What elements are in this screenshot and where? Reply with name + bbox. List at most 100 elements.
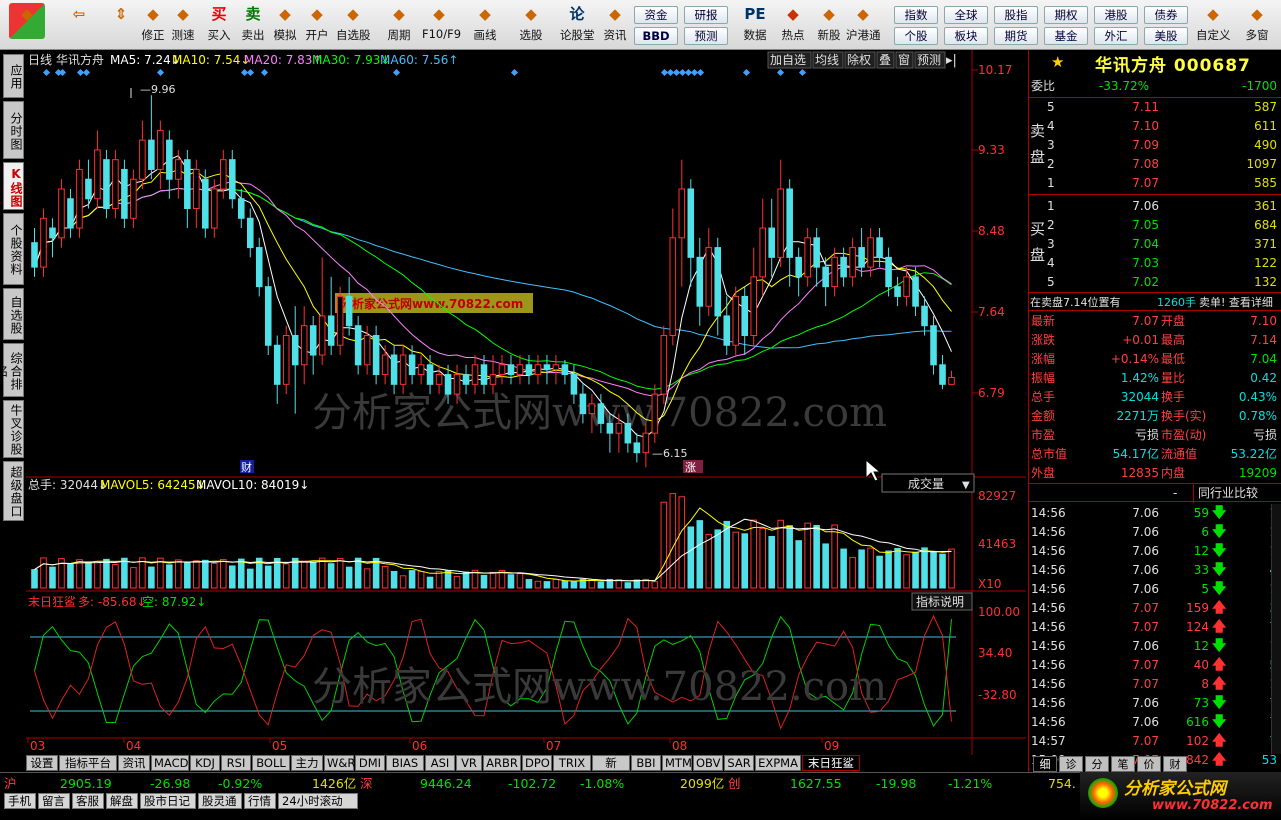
indicator-tab-10[interactable]: BIAS (386, 755, 424, 771)
indicator-tab-2[interactable]: 资讯 (118, 755, 150, 771)
toolbar-f10-button[interactable]: ◆ F10/F9 (422, 3, 461, 47)
toolbar-draw-button[interactable]: ◆ 画线 (468, 3, 502, 47)
toolbar-grid-6[interactable]: 股指 (994, 6, 1038, 24)
indicator-tab-16[interactable]: 新DMA (592, 755, 630, 785)
indicator-tick-1: 34.40 (978, 646, 1012, 660)
toolbar-grid-5[interactable]: 全球 (944, 6, 988, 24)
toolbar-watchlist-button[interactable]: ◆ 自选股 (336, 3, 371, 47)
side-tab-7[interactable]: 超级盘口 (3, 461, 24, 521)
toolbar-forum-button[interactable]: 论论股堂 (560, 3, 595, 47)
indicator-tab-4[interactable]: KDJ (190, 755, 220, 771)
menu-item-2[interactable]: 客服 (72, 793, 104, 809)
toolbar-news-button[interactable]: ◆ 资讯 (598, 3, 632, 47)
star-icon[interactable]: ★ (1051, 53, 1064, 71)
menu-item-6[interactable]: 行情 (244, 793, 276, 809)
toolbar-grid-11[interactable]: 板块 (944, 27, 988, 45)
chart-button-5[interactable]: 预测 (917, 53, 941, 67)
toolbar-back-button[interactable]: ⇦ (62, 3, 96, 47)
toolbar-grid-13[interactable]: 基金 (1044, 27, 1088, 45)
tag-cai[interactable]: 财 (241, 460, 252, 474)
toolbar-grid-3[interactable]: 预测 (684, 27, 728, 45)
chart-button-0[interactable]: 加自选 (770, 53, 806, 67)
toolbar-grid-2[interactable]: BBD (634, 27, 678, 45)
toolbar-grid-8[interactable]: 港股 (1094, 6, 1138, 24)
side-tab-1[interactable]: 分时图 (3, 101, 24, 159)
indicator-tab-14[interactable]: DPO (522, 755, 552, 771)
tick-tab-2[interactable]: 分 (1085, 756, 1109, 772)
toolbar-grid-9[interactable]: 债券 (1144, 6, 1188, 24)
toolbar-select-stock-button[interactable]: ◆ 选股 (514, 3, 548, 47)
tick-volume: 40 (1193, 658, 1209, 672)
toolbar-grid-10[interactable]: 个股 (894, 27, 938, 45)
indicator-tab-12[interactable]: VR (456, 755, 482, 771)
indicator-tab-6[interactable]: BOLL (252, 755, 290, 771)
toolbar-grid-12[interactable]: 期货 (994, 27, 1038, 45)
toolbar-grid-1[interactable]: 研报 (684, 6, 728, 24)
indicator-tab-19[interactable]: OBV (693, 755, 723, 771)
indicator-tab-3[interactable]: MACD (151, 755, 189, 771)
toolbar-hot-button[interactable]: ◆ 热点 (776, 3, 810, 47)
toolbar-grid-0[interactable]: 资金 (634, 6, 678, 24)
x-tick-3: 06 (412, 739, 427, 753)
toolbar-grid-15[interactable]: 美股 (1144, 27, 1188, 45)
toolbar-speedtest-button[interactable]: ◆ 测速 (166, 3, 200, 47)
indicator-tab-5[interactable]: RSI (221, 755, 251, 771)
menu-item-4[interactable]: 股市日记 (140, 793, 196, 809)
menu-item-3[interactable]: 解盘 (106, 793, 138, 809)
side-tab-6[interactable]: 牛叉诊股 (3, 400, 24, 458)
side-tab-5[interactable]: 综合排名 (0, 343, 24, 397)
toolbar-data-button[interactable]: PE 数据 (738, 3, 772, 47)
indicator-tab-21[interactable]: EXPMA (755, 755, 801, 771)
toolbar-updown-button[interactable]: ⇕ (104, 3, 138, 47)
indicator-tab-13[interactable]: ARBR (483, 755, 521, 771)
side-tab-3[interactable]: 个股资料 (3, 213, 24, 285)
chart-button-1[interactable]: 均线 (815, 53, 839, 67)
tick-tab-0[interactable]: 细 (1033, 756, 1057, 772)
indicator-tab-17[interactable]: BBI (631, 755, 661, 771)
toolbar-hk-connect-button[interactable]: ◆ 沪港通 (846, 3, 881, 47)
toolbar-new-stock-button[interactable]: ◆ 新股 (812, 3, 846, 47)
side-tab-4[interactable]: 自选股 (3, 288, 24, 340)
menu-item-0[interactable]: 手机 (4, 793, 36, 809)
tick-tab-3[interactable]: 笔 (1111, 756, 1135, 772)
indicator-tab-11[interactable]: ASI (425, 755, 455, 771)
tick-tab-4[interactable]: 价 (1137, 756, 1161, 772)
menu-item-1[interactable]: 留言 (38, 793, 70, 809)
toolbar-open-account-button[interactable]: ◆ 开户 (300, 3, 334, 47)
tick-scrollbar[interactable] (1271, 504, 1281, 754)
chart-button-3[interactable]: 叠 (879, 53, 891, 67)
indicator-tab-18[interactable]: MTM (662, 755, 692, 771)
indicator-tab-22[interactable]: 末日狂鲨 (802, 755, 860, 771)
indicator-tab-9[interactable]: DMI (355, 755, 385, 771)
kline-chart-area[interactable]: 10.17 9.33 8.48 7.64 6.79 分析家公式网www.70822.com… (0, 50, 1028, 755)
side-tab-2[interactable]: K线图 (3, 162, 24, 210)
indicator-tab-1[interactable]: 指标平台 (59, 755, 117, 771)
toolbar-simulate-button[interactable]: ◆ 模拟 (268, 3, 302, 47)
indicator-tab-7[interactable]: 主力 (291, 755, 323, 771)
toolbar-multi-button[interactable]: ◆ 多窗 (1240, 3, 1274, 47)
industry-compare-link[interactable]: 同行业比较 (1193, 484, 1258, 503)
toolbar-grid-4[interactable]: 指数 (894, 6, 938, 24)
side-tab-0[interactable]: 应用 (3, 54, 24, 98)
toolbar-menu-grid-button[interactable]: ◆ (4, 3, 50, 47)
expand-icon[interactable]: ▸| (946, 53, 957, 68)
toolbar-grid-7[interactable]: 期权 (1044, 6, 1088, 24)
indicator-tab-8[interactable]: W&R (324, 755, 355, 771)
toolbar-buy-button[interactable]: 买买入 (202, 3, 236, 47)
indicator-tab-15[interactable]: TRIX (553, 755, 591, 771)
chart-button-2[interactable]: 除权 (847, 52, 871, 67)
tag-zhang[interactable]: 涨 (685, 461, 696, 474)
indicator-tab-0[interactable]: 设置 (26, 755, 58, 771)
toolbar-period-button[interactable]: ◆ 周期 (382, 3, 416, 47)
menu-item-7[interactable]: 24小时滚动 (278, 793, 358, 809)
indicator-tab-20[interactable]: SAR (724, 755, 754, 771)
tick-price: 7.06 (1132, 696, 1159, 710)
toolbar-custom-button[interactable]: ◆ 自定义 (1196, 3, 1231, 47)
toolbar-sell-button[interactable]: 卖卖出 (236, 3, 270, 47)
tick-tab-5[interactable]: 财 (1163, 756, 1187, 772)
chart-button-4[interactable]: 窗 (898, 53, 910, 67)
menu-item-5[interactable]: 股灵通 (198, 793, 242, 809)
toolbar-modify-button[interactable]: ◆ 修正 (136, 3, 170, 47)
toolbar-grid-14[interactable]: 外汇 (1094, 27, 1138, 45)
tick-tab-1[interactable]: 诊 (1059, 756, 1083, 772)
